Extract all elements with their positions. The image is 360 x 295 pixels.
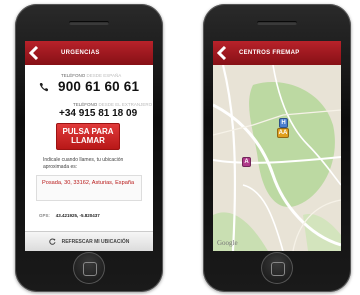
- refresh-icon: [48, 238, 56, 245]
- phone-number-1: 900 61 60 61: [58, 79, 140, 94]
- location-hint: Indicale cuando llames, tu ubicación apr…: [43, 157, 124, 170]
- screen-centros: CENTROS FREMAP H AA A Google: [213, 41, 341, 251]
- header-bar: URGENCIAS: [25, 41, 153, 65]
- gps-label: GPS:: [39, 213, 50, 218]
- phone-device-left: URGENCIAS TELÉFONO DESDE ESPAÑA 900 61 6…: [15, 4, 163, 292]
- earpiece: [69, 21, 109, 25]
- chevron-left-icon: [217, 46, 227, 60]
- call-button-line2: LLAMAR: [71, 135, 105, 145]
- gps-row: GPS: 43.421925, -5.820437: [39, 213, 100, 218]
- gps-value: 43.421925, -5.820437: [55, 213, 100, 218]
- phone-label-2: TELÉFONO DESDE EL EXTRANJERO: [73, 102, 152, 107]
- address-box: Posada, 30, 33162, Asturias, España: [36, 175, 142, 201]
- page-title: URGENCIAS: [61, 50, 100, 56]
- map-view[interactable]: H AA A Google: [213, 65, 341, 251]
- map-pin-a[interactable]: A: [242, 157, 251, 167]
- map-pin-a-label: A: [244, 159, 249, 165]
- phone-label-1: TELÉFONO DESDE ESPAÑA: [61, 73, 121, 78]
- phone-label-2-text: TELÉFONO: [73, 102, 98, 107]
- home-button[interactable]: [73, 252, 105, 284]
- map-pin-aa[interactable]: AA: [277, 128, 289, 138]
- map-canvas: [213, 65, 341, 251]
- chevron-left-icon: [29, 46, 39, 60]
- google-logo: Google: [217, 239, 238, 247]
- home-button[interactable]: [261, 252, 293, 284]
- page-title: CENTROS FREMAP: [239, 50, 300, 56]
- refresh-label: REFRESCAR MI UBICACIÓN: [61, 238, 130, 245]
- phone-number-2[interactable]: +34 915 81 18 09: [59, 108, 137, 119]
- phone-label-1-dim: DESDE ESPAÑA: [86, 73, 122, 78]
- map-pin-h[interactable]: H: [279, 118, 288, 128]
- map-pin-aa-label: AA: [278, 130, 288, 136]
- refresh-location-button[interactable]: REFRESCAR MI UBICACIÓN: [25, 231, 153, 251]
- screen-urgencias: URGENCIAS TELÉFONO DESDE ESPAÑA 900 61 6…: [25, 41, 153, 251]
- call-button[interactable]: PULSA PARA LLAMAR: [56, 123, 120, 150]
- back-button[interactable]: [25, 41, 43, 65]
- phone-label-2-dim: DESDE EL EXTRANJERO: [98, 102, 153, 107]
- phone-label-1-text: TELÉFONO: [61, 73, 86, 78]
- phone-number-1-row[interactable]: 900 61 60 61: [39, 79, 139, 94]
- header-bar: CENTROS FREMAP: [213, 41, 341, 65]
- earpiece: [257, 21, 297, 25]
- map-pin-h-label: H: [281, 120, 286, 126]
- back-button[interactable]: [213, 41, 231, 65]
- phone-device-right: CENTROS FREMAP H AA A Google: [203, 4, 351, 292]
- phone-icon: [39, 82, 48, 91]
